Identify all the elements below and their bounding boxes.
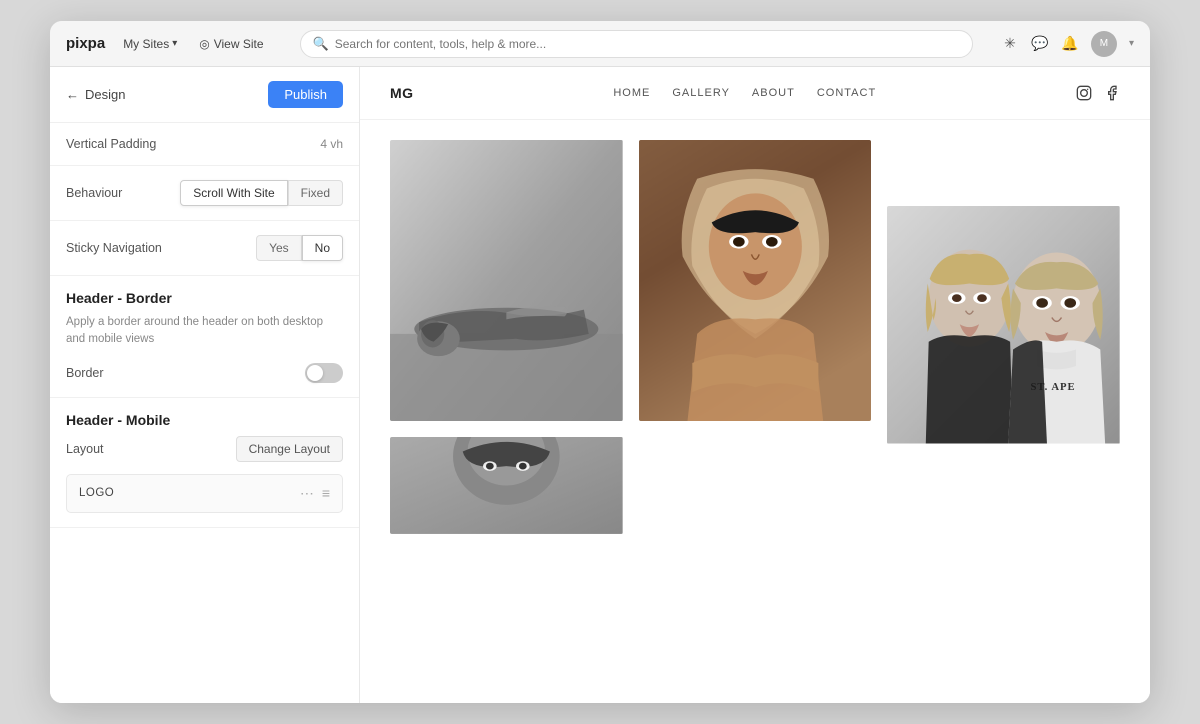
sticky-nav-row: Sticky Navigation Yes No <box>66 235 343 261</box>
back-button[interactable]: ← Design <box>66 87 125 102</box>
border-section-desc: Apply a border around the header on both… <box>66 314 343 349</box>
vertical-padding-section: Vertical Padding 4 vh <box>50 123 359 166</box>
browser-window: pixpa My Sites ▾ ◎ View Site 🔍 ✳ 💬 🔔 M ▾ <box>50 21 1150 703</box>
col3-spacer <box>887 140 1120 190</box>
back-arrow-icon: ← <box>66 87 79 102</box>
nav-contact[interactable]: CONTACT <box>817 87 876 99</box>
sidebar: ← Design Publish Vertical Padding 4 vh B… <box>50 67 360 703</box>
behaviour-row: Behaviour Scroll With Site Fixed <box>66 180 343 206</box>
nav-gallery[interactable]: GALLERY <box>672 87 730 99</box>
avatar[interactable]: M <box>1091 31 1117 57</box>
mobile-logo-icons: ⋯ ≡ <box>300 485 330 502</box>
logo: pixpa <box>66 35 105 52</box>
site-logo: MG <box>390 85 414 101</box>
header-border-section: Header - Border Apply a border around th… <box>50 276 359 398</box>
gallery-col-1 <box>390 140 623 534</box>
vertical-padding-label: Vertical Padding <box>66 137 156 151</box>
chat-icon[interactable]: 💬 <box>1031 35 1049 53</box>
vertical-padding-value: 4 vh <box>320 137 343 151</box>
view-site-button[interactable]: ◎ View Site <box>191 33 271 55</box>
mobile-logo-row: LOGO ⋯ ≡ <box>66 474 343 513</box>
sticky-nav-btn-group: Yes No <box>256 235 343 261</box>
chevron-down-icon: ▾ <box>172 38 177 49</box>
publish-button[interactable]: Publish <box>268 81 343 108</box>
site-nav-links: HOME GALLERY ABOUT CONTACT <box>613 87 876 99</box>
top-bar: pixpa My Sites ▾ ◎ View Site 🔍 ✳ 💬 🔔 M ▾ <box>50 21 1150 67</box>
dots-icon[interactable]: ⋯ <box>300 485 314 502</box>
site-nav-social <box>1076 85 1120 101</box>
scroll-with-site-button[interactable]: Scroll With Site <box>180 180 287 206</box>
vertical-padding-row: Vertical Padding 4 vh <box>66 137 343 151</box>
fixed-button[interactable]: Fixed <box>288 180 343 206</box>
border-section-title: Header - Border <box>66 290 343 306</box>
bell-icon[interactable]: 🔔 <box>1061 35 1079 53</box>
search-bar[interactable]: 🔍 <box>300 30 973 58</box>
top-icons: ✳ 💬 🔔 M ▾ <box>1001 31 1134 57</box>
sticky-no-button[interactable]: No <box>302 235 343 261</box>
border-toggle[interactable] <box>305 363 343 383</box>
my-sites-button[interactable]: My Sites ▾ <box>117 33 183 55</box>
nav-about[interactable]: ABOUT <box>752 87 795 99</box>
eye-icon: ◎ <box>199 37 209 51</box>
gallery-col-3: ST. APE <box>887 140 1120 444</box>
sticky-nav-label: Sticky Navigation <box>66 241 162 255</box>
gallery-image-4 <box>390 437 623 534</box>
change-layout-button[interactable]: Change Layout <box>236 436 343 462</box>
behaviour-label: Behaviour <box>66 186 122 200</box>
behaviour-btn-group: Scroll With Site Fixed <box>180 180 343 206</box>
layout-row: Layout Change Layout <box>66 436 343 462</box>
mobile-logo-label: LOGO <box>79 487 114 499</box>
gallery-image-2 <box>639 140 872 421</box>
behaviour-section: Behaviour Scroll With Site Fixed <box>50 166 359 221</box>
gallery-image-1 <box>390 140 623 421</box>
main-content: ← Design Publish Vertical Padding 4 vh B… <box>50 67 1150 703</box>
layout-label: Layout <box>66 442 104 456</box>
facebook-icon[interactable] <box>1104 85 1120 101</box>
gallery-grid: ST. APE <box>390 140 1120 534</box>
avatar-chevron-icon: ▾ <box>1129 38 1134 49</box>
header-mobile-section: Header - Mobile Layout Change Layout LOG… <box>50 398 359 528</box>
border-label: Border <box>66 366 104 380</box>
sticky-nav-section: Sticky Navigation Yes No <box>50 221 359 276</box>
gallery-col-2 <box>639 140 872 421</box>
border-toggle-row: Border <box>66 363 343 383</box>
gallery-image-3: ST. APE <box>887 206 1120 444</box>
instagram-icon[interactable] <box>1076 85 1092 101</box>
mobile-section-title: Header - Mobile <box>66 412 343 428</box>
gallery-area: ST. APE <box>360 120 1150 554</box>
sidebar-header: ← Design Publish <box>50 67 359 123</box>
site-nav: MG HOME GALLERY ABOUT CONTACT <box>360 67 1150 120</box>
menu-icon[interactable]: ≡ <box>322 485 330 501</box>
preview-pane: MG HOME GALLERY ABOUT CONTACT <box>360 67 1150 703</box>
search-input[interactable] <box>335 37 960 51</box>
nav-home[interactable]: HOME <box>613 87 650 99</box>
search-icon: 🔍 <box>313 36 329 52</box>
sticky-yes-button[interactable]: Yes <box>256 235 302 261</box>
sun-icon[interactable]: ✳ <box>1001 35 1019 53</box>
